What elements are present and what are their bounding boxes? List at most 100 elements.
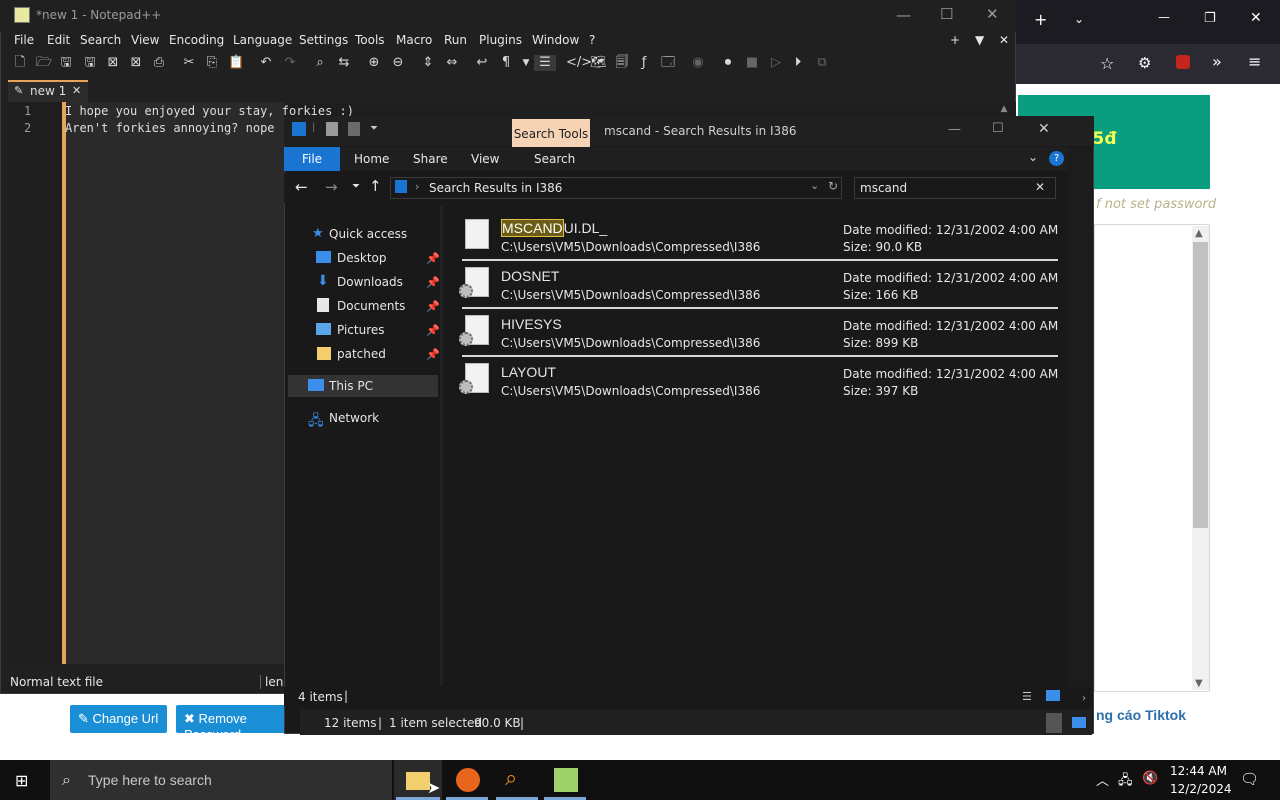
menu-file[interactable]: File — [14, 33, 34, 47]
customize-quick-access-icon[interactable]: ⏷ — [370, 123, 378, 134]
cut-icon[interactable]: ✂ — [181, 55, 197, 71]
record-macro-icon[interactable]: ⏺ — [720, 55, 736, 71]
nav-downloads[interactable]: Downloads — [337, 275, 403, 289]
menu-encoding[interactable]: Encoding — [169, 33, 224, 47]
notepad-taskbar-icon[interactable] — [554, 768, 578, 792]
document-map-icon[interactable]: 🗺 — [590, 55, 607, 71]
run-macro-multiple-icon[interactable]: ⏵ — [790, 55, 806, 71]
menu-plugins[interactable]: Plugins — [479, 33, 522, 47]
sync-vertical-icon[interactable]: ⇕ — [420, 55, 436, 71]
pane-splitter[interactable] — [440, 206, 443, 686]
save-icon[interactable]: 🖫 — [58, 55, 74, 71]
panel-scrollbar-thumb[interactable] — [1193, 242, 1208, 528]
sync-horizontal-icon[interactable]: ⇔ — [444, 55, 460, 71]
clock-time[interactable]: 12:44 AM — [1170, 764, 1227, 778]
new-folder-icon[interactable] — [348, 122, 360, 136]
redo-icon[interactable]: ↷ — [282, 55, 298, 71]
firefox-taskbar-icon[interactable] — [456, 768, 480, 792]
explorer-maximize-icon[interactable]: ☐ — [992, 121, 1004, 136]
function-list-icon[interactable]: ƒ — [636, 55, 652, 71]
nav-documents[interactable]: Documents — [337, 299, 405, 313]
menu-view[interactable]: View — [131, 33, 159, 47]
folder-as-workspace-icon[interactable]: 🗔 — [660, 55, 676, 71]
nav-patched[interactable]: patched — [337, 347, 386, 361]
clear-search-icon[interactable]: ✕ — [1035, 180, 1045, 194]
scroll-up-icon[interactable]: ▲ — [1195, 228, 1203, 239]
print-icon[interactable]: ⎙ — [151, 55, 167, 71]
ublock-icon[interactable] — [1176, 55, 1190, 69]
close-icon[interactable]: ✕ — [1250, 10, 1262, 26]
menu-macro[interactable]: Macro — [396, 33, 432, 47]
windows-start-icon[interactable]: ⊞ — [15, 771, 28, 790]
code-line[interactable]: Aren't forkies annoying? nope — [65, 121, 275, 135]
file-name[interactable]: MSCANDUI.DL_ — [501, 219, 607, 237]
zoom-out-icon[interactable]: ⊖ — [390, 55, 406, 71]
close-file-icon[interactable]: ⊠ — [105, 55, 121, 71]
undo-icon[interactable]: ↶ — [258, 55, 274, 71]
show-all-chars-icon[interactable]: ¶ — [498, 55, 514, 71]
back-details-view-icon[interactable] — [1046, 713, 1062, 733]
tiktok-ad-link[interactable]: ng cáo Tiktok — [1096, 707, 1186, 723]
paste-icon[interactable]: 📋 — [228, 55, 244, 71]
play-macro-icon[interactable]: ▷ — [768, 55, 784, 71]
scroll-right-icon[interactable]: › — [1082, 693, 1086, 704]
new-file-icon[interactable]: 🗋 — [12, 55, 28, 71]
scroll-down-icon[interactable]: ▼ — [1195, 678, 1203, 689]
menu-list-tabs-icon[interactable]: ▼ — [975, 33, 984, 47]
search-tools-label[interactable]: Search Tools — [512, 119, 590, 147]
menu-language[interactable]: Language — [233, 33, 292, 47]
ribbon-tab-share[interactable]: Share — [413, 152, 448, 166]
monitoring-icon[interactable]: ◉ — [690, 55, 706, 71]
back-arrow-icon[interactable]: ← — [295, 178, 308, 196]
notepad-close-icon[interactable]: ✕ — [986, 5, 999, 23]
document-list-icon[interactable]: 🗐 — [614, 55, 630, 71]
menu-settings[interactable]: Settings — [299, 33, 348, 47]
notepad-maximize-icon[interactable]: ☐ — [940, 5, 953, 23]
nav-this-pc[interactable]: This PC — [329, 379, 373, 393]
find-icon[interactable]: ⌕ — [312, 55, 328, 71]
new-tab-icon[interactable]: + — [1034, 10, 1047, 29]
recent-locations-icon[interactable]: ⏷ — [352, 181, 360, 192]
ribbon-tab-view[interactable]: View — [471, 152, 499, 166]
ribbon-tab-search[interactable]: Search — [534, 152, 575, 166]
explorer-scrollbar[interactable] — [1068, 147, 1092, 687]
help-icon[interactable]: ? — [1049, 151, 1064, 166]
zoom-in-icon[interactable]: ⊕ — [366, 55, 382, 71]
nav-desktop[interactable]: Desktop — [337, 251, 387, 265]
menu-close-tab-icon[interactable]: ✕ — [999, 33, 1009, 47]
restore-icon[interactable]: ❐ — [1204, 11, 1216, 26]
nav-network[interactable]: Network — [329, 411, 379, 425]
back-large-icons-view-icon[interactable] — [1072, 717, 1086, 728]
tab-close-icon[interactable]: ✕ — [72, 84, 81, 97]
menu-tools[interactable]: Tools — [355, 33, 385, 47]
notifications-icon[interactable]: 🗨 — [1240, 770, 1259, 788]
nav-quick-access[interactable]: Quick access — [329, 227, 407, 241]
dropdown-icon[interactable]: ▼ — [518, 55, 534, 71]
forward-arrow-icon[interactable]: → — [325, 178, 338, 196]
search-app-taskbar-icon[interactable]: ⌕ — [505, 768, 529, 792]
details-view-icon[interactable]: ☰ — [1022, 690, 1032, 703]
word-wrap-icon[interactable]: ↩ — [474, 55, 490, 71]
file-name[interactable]: LAYOUT — [501, 364, 556, 380]
network-status-icon[interactable]: 🖧 — [1118, 771, 1133, 793]
menu-window[interactable]: Window — [532, 33, 579, 47]
menu-search[interactable]: Search — [80, 33, 121, 47]
change-url-button[interactable]: ✎ Change Url — [70, 705, 167, 733]
clock-date[interactable]: 12/2/2024 — [1170, 782, 1232, 796]
copy-icon[interactable]: ⎘ — [204, 55, 220, 71]
properties-icon[interactable] — [326, 122, 338, 136]
search-input[interactable]: mscand — [860, 181, 907, 195]
menu-edit[interactable]: Edit — [47, 33, 70, 47]
bookmark-star-icon[interactable]: ☆ — [1100, 54, 1114, 73]
explorer-close-icon[interactable]: ✕ — [1038, 121, 1050, 137]
file-name[interactable]: HIVESYS — [501, 316, 562, 332]
explorer-minimize-icon[interactable]: — — [948, 122, 961, 137]
notepad-minimize-icon[interactable]: — — [896, 6, 911, 24]
ribbon-tab-file[interactable]: File — [284, 147, 340, 171]
menu-new-tab-icon[interactable]: + — [950, 33, 960, 47]
extensions-icon[interactable]: ⚙ — [1138, 54, 1151, 72]
volume-muted-icon[interactable]: 🔇 — [1142, 771, 1158, 786]
menu-run[interactable]: Run — [444, 33, 467, 47]
nav-pictures[interactable]: Pictures — [337, 323, 385, 337]
refresh-icon[interactable]: ↻ — [828, 179, 838, 193]
